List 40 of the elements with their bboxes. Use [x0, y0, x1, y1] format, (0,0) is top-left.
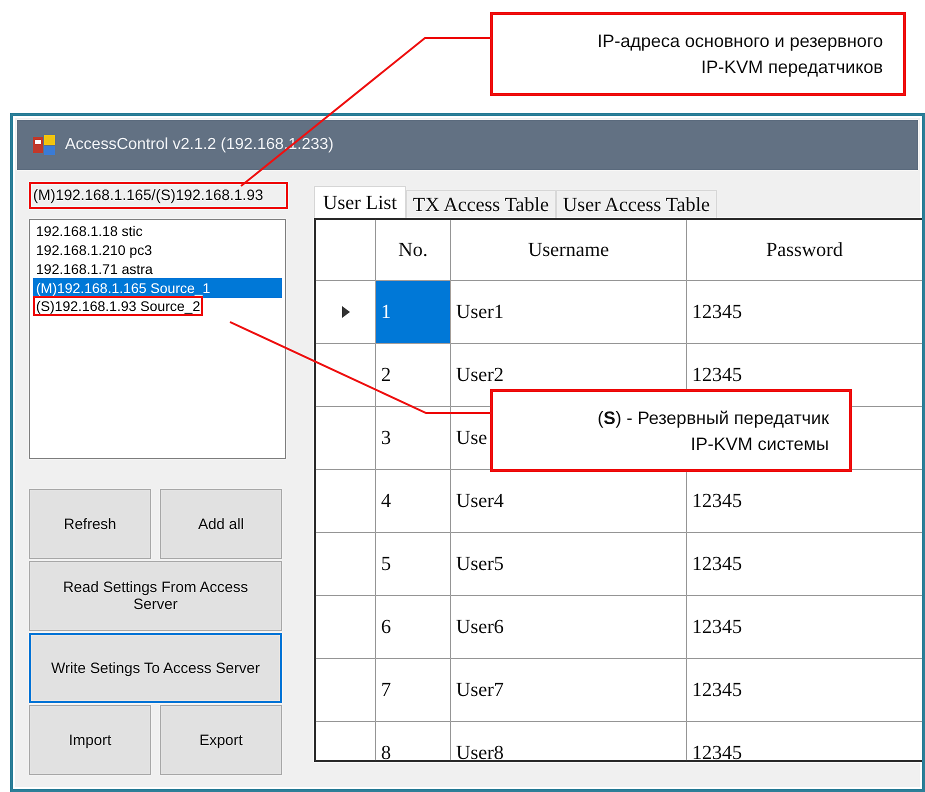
table-cell: 5 — [376, 533, 451, 595]
callout-text: IP-адреса основного и резервного IP-KVM передатчиков — [596, 30, 883, 79]
tab[interactable]: User Access Table — [556, 190, 717, 219]
table-cell-text: 12345 — [691, 300, 743, 324]
server-address-label: (M)192.168.1.165/(S)192.168.1.93 — [29, 182, 288, 209]
table-cell-text: 12345 — [691, 488, 743, 514]
action-button[interactable]: Export — [160, 705, 282, 775]
table-cell-text: 12345 — [691, 614, 743, 640]
source-list-item[interactable]: 192.168.1.71 astra — [33, 259, 282, 279]
tab[interactable]: TX Access Table — [406, 190, 556, 219]
table-cell: 2 — [376, 344, 451, 406]
table-cell-text: 12345 — [691, 678, 743, 702]
table-cell: 1 — [376, 281, 451, 343]
app-icon — [33, 135, 55, 155]
table-cell: User6 — [451, 596, 687, 658]
table-cell: 3 — [376, 407, 451, 469]
table-cell: User1 — [451, 281, 687, 343]
table-cell-text: 12345 — [691, 362, 743, 388]
table-cell-text: 12345 — [691, 552, 743, 576]
column-header[interactable]: Username — [451, 220, 687, 280]
table-cell-text: 12345 — [691, 740, 743, 760]
source-list-item[interactable]: (S)192.168.1.93 Source_2 — [33, 296, 204, 316]
table-cell: 8 — [376, 722, 451, 760]
source-list-item[interactable]: 192.168.1.18 stic — [33, 221, 282, 241]
source-list-item[interactable]: (M)192.168.1.165 Source_1 — [33, 278, 282, 298]
action-button[interactable]: Refresh — [29, 489, 151, 559]
action-button[interactable]: Import — [29, 705, 151, 775]
table-cell: User7 — [451, 659, 687, 721]
table-cell: 4 — [376, 470, 451, 532]
action-button[interactable]: Write Setings To Access Server — [29, 633, 282, 703]
table-cell: 7 — [376, 659, 451, 721]
column-header[interactable]: Password — [687, 220, 922, 280]
action-button[interactable]: Add all — [160, 489, 282, 559]
action-button[interactable]: Read Settings From Access Server — [29, 561, 282, 631]
table-cell: User5 — [451, 533, 687, 595]
table-cell: 6 — [376, 596, 451, 658]
column-header[interactable]: No. — [376, 220, 451, 280]
table-cell: User8 — [451, 722, 687, 760]
tab[interactable]: User List — [314, 186, 406, 219]
source-list-item[interactable]: 192.168.1.210 pc3 — [33, 240, 282, 260]
